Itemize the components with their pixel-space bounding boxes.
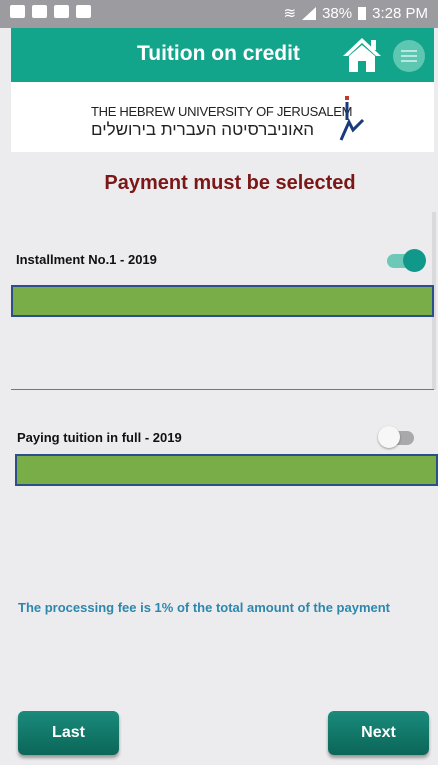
battery-icon xyxy=(358,6,367,20)
last-button[interactable]: Last xyxy=(18,711,119,755)
clock: 3:28 PM xyxy=(372,4,428,22)
installment-toggle[interactable] xyxy=(387,249,426,272)
app-bar: Tuition on credit xyxy=(11,28,434,82)
option-installment-label: Installment No.1 - 2019 xyxy=(16,252,157,267)
notification-icons xyxy=(10,5,91,18)
home-icon[interactable] xyxy=(341,36,383,74)
youtube-icon xyxy=(54,5,69,18)
full-payment-toggle[interactable] xyxy=(378,426,418,448)
divider xyxy=(11,389,434,390)
next-button[interactable]: Next xyxy=(328,711,429,755)
battery-percent: 38% xyxy=(322,4,353,22)
logo-text-hebrew: האוניברסיטה העברית בירושלים xyxy=(91,120,315,139)
university-logo-icon xyxy=(339,96,365,141)
notification-icon xyxy=(10,5,25,18)
wifi-icon: ≋ xyxy=(283,5,297,22)
page-heading: Payment must be selected xyxy=(104,172,356,194)
university-logo-band: THE HEBREW UNIVERSITY OF JERUSALEM האוני… xyxy=(11,82,434,152)
logo-text-english: THE HEBREW UNIVERSITY OF JERUSALEM xyxy=(91,104,353,119)
installment-amount-bar xyxy=(11,285,434,317)
option-full-payment-label: Paying tuition in full - 2019 xyxy=(17,430,182,445)
signal-icon xyxy=(302,6,317,20)
gallery-icon xyxy=(32,5,47,18)
teams-icon xyxy=(76,5,91,18)
status-bar: ≋ 38% 3:28 PM xyxy=(0,0,438,28)
processing-fee-note: The processing fee is 1% of the total am… xyxy=(18,600,390,615)
full-payment-amount-bar xyxy=(15,454,438,486)
app-title: Tuition on credit xyxy=(137,42,300,65)
menu-icon[interactable] xyxy=(393,40,425,72)
